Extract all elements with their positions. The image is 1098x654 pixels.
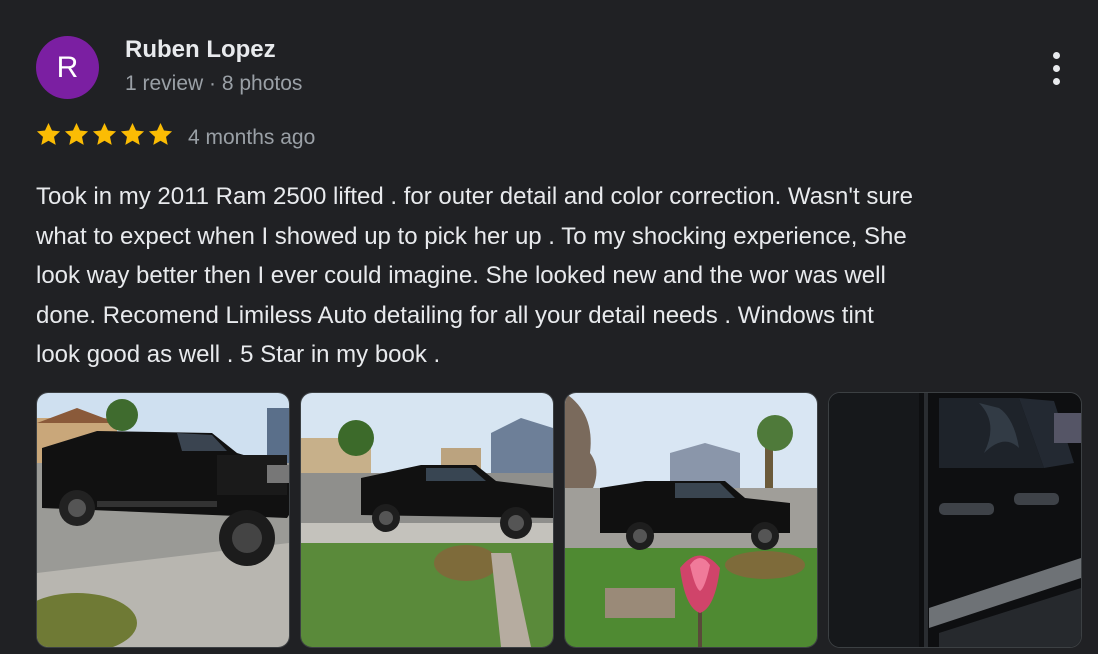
reviewer-meta: 1 review · 8 photos bbox=[125, 72, 303, 95]
star-icon bbox=[64, 123, 89, 145]
photo-strip bbox=[36, 392, 1082, 648]
avatar-initial: R bbox=[56, 50, 79, 84]
truck-photo-front-angle bbox=[37, 393, 289, 647]
review-line: what to expect when I showed up to pick … bbox=[36, 222, 907, 250]
avatar[interactable]: R bbox=[36, 36, 99, 99]
more-vert-icon bbox=[1052, 51, 1060, 59]
review-photo-1[interactable] bbox=[36, 392, 290, 648]
star-rating bbox=[35, 121, 174, 148]
truck-photo-side bbox=[301, 393, 553, 647]
review-line: Took in my 2011 Ram 2500 lifted . for ou… bbox=[36, 183, 914, 210]
review-time: 4 months ago bbox=[188, 126, 316, 149]
truck-photo-door-closeup bbox=[829, 393, 1081, 647]
star-icon bbox=[92, 123, 117, 145]
review-card: R Ruben Lopez 1 review · 8 photos 4 mont… bbox=[0, 0, 1098, 654]
more-options-button[interactable] bbox=[1036, 48, 1076, 88]
star-icon bbox=[148, 123, 173, 145]
star-icon bbox=[120, 123, 145, 145]
review-line: look good as well . 5 Star in my book . bbox=[36, 341, 441, 368]
review-line: look way better then I ever could imagin… bbox=[36, 262, 886, 289]
review-photo-2[interactable] bbox=[300, 392, 554, 648]
review-photo-4[interactable] bbox=[828, 392, 1082, 648]
more-vert-icon-dot bbox=[1052, 77, 1060, 85]
review-line: done. Recomend Limiless Auto detailing f… bbox=[36, 301, 874, 329]
more-vert-icon-dot bbox=[1052, 64, 1060, 72]
review-text: Took in my 2011 Ram 2500 lifted . for ou… bbox=[36, 177, 1081, 375]
truck-photo-yard-flower bbox=[565, 393, 817, 647]
star-icon bbox=[36, 123, 61, 145]
reviewer-name[interactable]: Ruben Lopez bbox=[125, 36, 276, 64]
review-photo-3[interactable] bbox=[564, 392, 818, 648]
